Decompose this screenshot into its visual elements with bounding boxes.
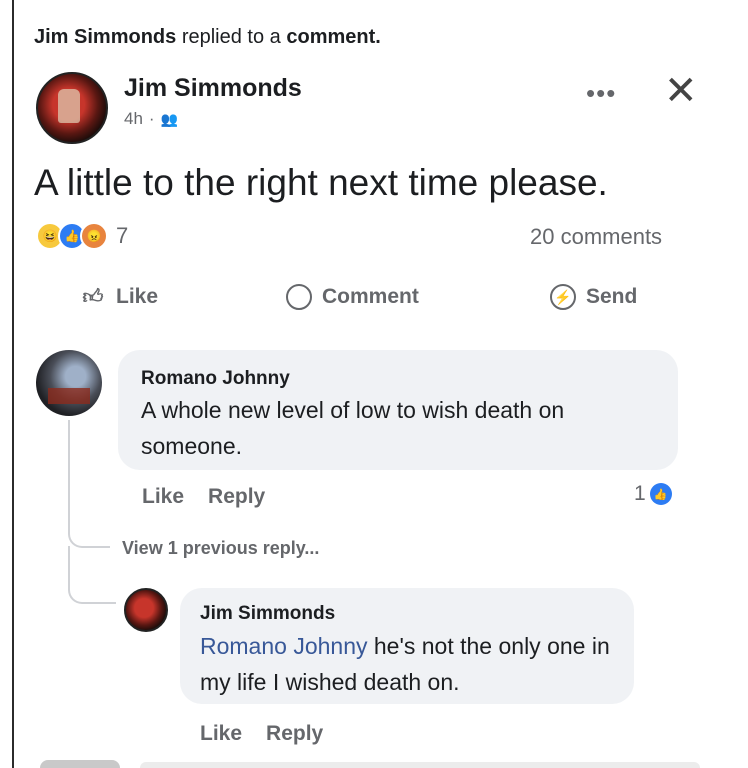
messenger-icon: ⚡ xyxy=(550,284,576,310)
reaction-count: 7 xyxy=(116,223,129,248)
reply-author[interactable]: Jim Simmonds xyxy=(200,603,335,625)
thread-connector xyxy=(68,546,116,604)
thread-connector xyxy=(68,420,110,548)
like-reaction-icon: 👍 xyxy=(649,483,672,505)
next-avatar-partial xyxy=(40,760,120,768)
comment-actions: Like Reply xyxy=(142,485,265,509)
post-author-avatar[interactable] xyxy=(36,72,108,144)
post-meta: Jim Simmonds 4h · 👥 xyxy=(124,72,302,129)
thumbs-up-icon: 👍︎ xyxy=(82,286,104,308)
reply-text: Romano Johnny he's not the only one in m… xyxy=(200,628,620,700)
reaction-summary[interactable]: 😆 👍 😠 7 xyxy=(36,222,128,250)
more-options-icon[interactable]: ••• xyxy=(586,78,616,109)
comment-icon xyxy=(286,284,312,310)
view-previous-replies-link[interactable]: View 1 previous reply... xyxy=(122,538,319,559)
post-timestamp: 4h · 👥 xyxy=(124,109,302,129)
reply-mention[interactable]: Romano Johnny xyxy=(200,633,368,659)
post-text: A little to the right next time please. xyxy=(34,162,608,203)
notification-actor: Jim Simmonds xyxy=(34,26,177,48)
post-header: Jim Simmonds 4h · 👥 xyxy=(36,72,302,144)
meta-separator: · xyxy=(148,109,155,128)
post-author-name[interactable]: Jim Simmonds xyxy=(124,74,302,103)
comment-button[interactable]: Comment xyxy=(286,284,419,310)
comment-author[interactable]: Romano Johnny xyxy=(141,368,290,390)
reply-author-avatar[interactable] xyxy=(124,588,168,632)
reply-like-button[interactable]: Like xyxy=(200,722,242,746)
next-comment-partial xyxy=(140,762,700,768)
left-border xyxy=(12,0,14,768)
friends-icon: 👥 xyxy=(160,110,179,127)
reply-reply-button[interactable]: Reply xyxy=(266,722,323,746)
notification-action: replied to a xyxy=(181,26,281,48)
like-label: Like xyxy=(116,285,159,308)
send-button[interactable]: ⚡ Send xyxy=(550,284,637,310)
post-time[interactable]: 4h xyxy=(124,109,143,129)
comment-text: A whole new level of low to wish death o… xyxy=(141,397,565,459)
comment-reaction-count: 1 xyxy=(634,482,646,505)
comment-reply-button[interactable]: Reply xyxy=(208,485,265,509)
comment-label: Comment xyxy=(322,285,419,308)
close-icon[interactable]: ✕ xyxy=(664,68,698,114)
commenter-avatar[interactable] xyxy=(36,350,102,416)
comment-like-button[interactable]: Like xyxy=(142,485,184,509)
send-label: Send xyxy=(586,285,638,308)
angry-reaction-icon: 😠 xyxy=(80,222,108,250)
comments-count[interactable]: 20 comments xyxy=(530,224,662,250)
notification-header[interactable]: Jim Simmonds replied to a comment. xyxy=(34,26,381,49)
reply-actions: Like Reply xyxy=(200,722,323,746)
like-button[interactable]: 👍︎ Like xyxy=(80,284,158,310)
comment-reaction-summary[interactable]: 1 👍 xyxy=(634,482,672,506)
notification-object: comment. xyxy=(286,26,381,48)
